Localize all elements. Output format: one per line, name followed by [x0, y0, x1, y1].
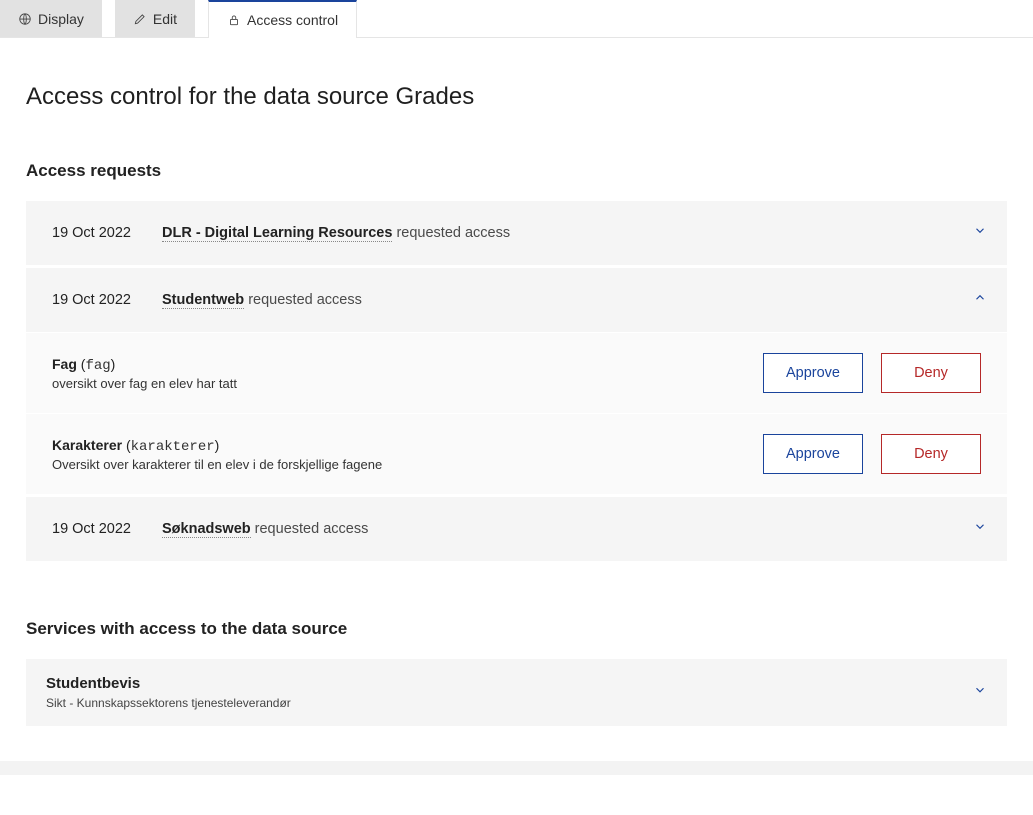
request-date: 19 Oct 2022 [52, 225, 162, 241]
request-date: 19 Oct 2022 [52, 521, 162, 537]
request-item-title: Fag (fag) [52, 356, 237, 374]
deny-button[interactable]: Deny [881, 434, 981, 474]
service-name: Studentbevis [46, 675, 291, 692]
request-item-title: Karakterer (karakterer) [52, 437, 382, 455]
requests-section-title: Access requests [26, 161, 1007, 181]
tab-edit[interactable]: Edit [115, 0, 196, 37]
tab-bar: Display Edit Access control [0, 0, 1033, 38]
tab-display[interactable]: Display [0, 0, 103, 37]
access-request-panel: 19 Oct 2022 Studentweb requested access … [26, 268, 1007, 494]
request-text: Søknadsweb requested access [162, 521, 368, 537]
request-item-row: Karakterer (karakterer) Oversikt over ka… [26, 413, 1007, 494]
access-request-toggle[interactable]: 19 Oct 2022 Studentweb requested access [26, 268, 1007, 332]
request-item-desc: oversikt over fag en elev har tatt [52, 376, 237, 391]
request-date: 19 Oct 2022 [52, 292, 162, 308]
requested-access-suffix: requested access [251, 521, 369, 537]
service-panel[interactable]: Studentbevis Sikt - Kunnskapssektorens t… [26, 659, 1007, 726]
approve-button[interactable]: Approve [763, 353, 863, 393]
tab-separator [103, 0, 115, 37]
access-request-toggle[interactable]: 19 Oct 2022 DLR - Digital Learning Resou… [26, 201, 1007, 265]
chevron-up-icon [973, 291, 987, 310]
access-request-panel: 19 Oct 2022 Søknadsweb requested access [26, 497, 1007, 561]
approve-button[interactable]: Approve [763, 434, 863, 474]
services-section-title: Services with access to the data source [26, 619, 1007, 639]
deny-button[interactable]: Deny [881, 353, 981, 393]
access-request-panel: 19 Oct 2022 DLR - Digital Learning Resou… [26, 201, 1007, 265]
request-text: DLR - Digital Learning Resources request… [162, 225, 510, 241]
requested-access-suffix: requested access [392, 225, 510, 241]
requested-access-suffix: requested access [244, 292, 362, 308]
lock-icon [227, 13, 241, 27]
access-request-toggle[interactable]: 19 Oct 2022 Søknadsweb requested access [26, 497, 1007, 561]
chevron-down-icon [973, 684, 987, 701]
tab-separator [196, 0, 208, 37]
requester-link[interactable]: Søknadsweb [162, 521, 251, 538]
service-provider: Sikt - Kunnskapssektorens tjenestelevera… [46, 696, 291, 710]
tab-display-label: Display [38, 11, 84, 27]
pencil-icon [133, 12, 147, 26]
request-text: Studentweb requested access [162, 292, 362, 308]
chevron-down-icon [973, 224, 987, 243]
footer-bar [0, 761, 1033, 775]
tab-access-control[interactable]: Access control [208, 0, 357, 38]
chevron-down-icon [973, 520, 987, 539]
request-item-row: Fag (fag) oversikt over fag en elev har … [26, 332, 1007, 413]
requester-link[interactable]: Studentweb [162, 292, 244, 309]
page-title: Access control for the data source Grade… [26, 83, 1007, 111]
tab-access-control-label: Access control [247, 12, 338, 28]
globe-icon [18, 12, 32, 26]
request-item-desc: Oversikt over karakterer til en elev i d… [52, 457, 382, 472]
requester-link[interactable]: DLR - Digital Learning Resources [162, 225, 392, 242]
tab-edit-label: Edit [153, 11, 177, 27]
